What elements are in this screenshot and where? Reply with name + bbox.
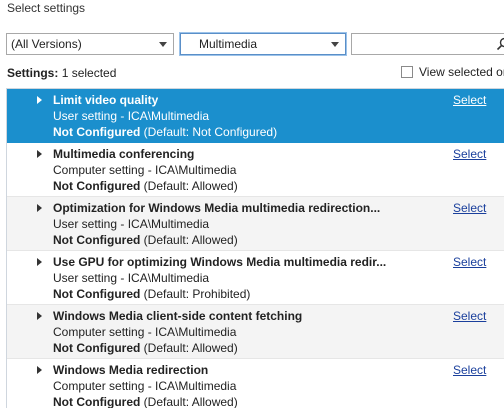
- category-dropdown-value: Multimedia: [199, 37, 258, 51]
- expand-arrow-icon[interactable]: [37, 312, 42, 320]
- select-link[interactable]: Select: [453, 147, 486, 161]
- select-link[interactable]: Select: [453, 309, 486, 323]
- setting-type: User setting - ICA\Multimedia: [53, 109, 210, 123]
- expand-arrow-icon[interactable]: [37, 204, 42, 212]
- select-link[interactable]: Select: [453, 201, 486, 215]
- setting-state: Not Configured: [53, 287, 141, 301]
- setting-title: Limit video quality: [53, 93, 159, 107]
- setting-item[interactable]: Use GPU for optimizing Windows Media mul…: [7, 251, 504, 305]
- selected-count: 1 selected: [61, 66, 117, 80]
- setting-title: Optimization for Windows Media multimedi…: [53, 201, 381, 215]
- setting-default: (Default: Not Configured): [143, 125, 278, 139]
- view-selected-label: View selected on: [419, 65, 504, 79]
- setting-type: Computer setting - ICA\Multimedia: [53, 379, 237, 393]
- setting-default: (Default: Prohibited): [143, 287, 251, 301]
- dialog-title: Select settings: [7, 1, 86, 15]
- setting-status: Not Configured (Default: Not Configured): [53, 125, 277, 139]
- setting-default: (Default: Allowed): [143, 233, 238, 247]
- setting-item[interactable]: Windows Media redirection Computer setti…: [7, 359, 504, 408]
- setting-item[interactable]: Windows Media client-side content fetchi…: [7, 305, 504, 359]
- setting-title: Use GPU for optimizing Windows Media mul…: [53, 255, 387, 269]
- setting-title: Windows Media redirection: [53, 363, 209, 377]
- settings-label: Settings:: [7, 66, 59, 80]
- setting-title: Windows Media client-side content fetchi…: [53, 309, 303, 323]
- setting-type: Computer setting - ICA\Multimedia: [53, 325, 237, 339]
- setting-type: User setting - ICA\Multimedia: [53, 217, 210, 231]
- setting-state: Not Configured: [53, 395, 141, 408]
- setting-state: Not Configured: [53, 341, 141, 355]
- setting-status: Not Configured (Default: Allowed): [53, 179, 238, 193]
- setting-item[interactable]: Multimedia conferencing Computer setting…: [7, 143, 504, 197]
- setting-default: (Default: Allowed): [143, 395, 238, 408]
- setting-item[interactable]: Optimization for Windows Media multimedi…: [7, 197, 504, 251]
- setting-type: Computer setting - ICA\Multimedia: [53, 163, 237, 177]
- chevron-down-icon: [331, 41, 339, 47]
- setting-default: (Default: Allowed): [143, 341, 238, 355]
- settings-summary: Settings: 1 selected: [7, 66, 116, 80]
- select-link[interactable]: Select: [453, 93, 486, 107]
- versions-dropdown[interactable]: (All Versions): [6, 33, 174, 55]
- setting-title: Multimedia conferencing: [53, 147, 195, 161]
- search-input[interactable]: [355, 35, 495, 55]
- category-dropdown[interactable]: Multimedia: [180, 33, 346, 55]
- select-link[interactable]: Select: [453, 255, 486, 269]
- setting-status: Not Configured (Default: Allowed): [53, 395, 238, 408]
- search-icon[interactable]: [496, 37, 504, 51]
- expand-arrow-icon[interactable]: [37, 366, 42, 374]
- versions-dropdown-value: (All Versions): [11, 37, 82, 51]
- setting-state: Not Configured: [53, 233, 141, 247]
- setting-status: Not Configured (Default: Allowed): [53, 341, 238, 355]
- select-link[interactable]: Select: [453, 363, 486, 377]
- setting-state: Not Configured: [53, 125, 141, 139]
- settings-list: Limit video quality User setting - ICA\M…: [6, 88, 504, 408]
- view-selected-checkbox[interactable]: [401, 66, 413, 78]
- expand-arrow-icon[interactable]: [37, 258, 42, 266]
- expand-arrow-icon[interactable]: [37, 96, 42, 104]
- setting-default: (Default: Allowed): [143, 179, 238, 193]
- view-selected-toggle[interactable]: View selected on: [401, 65, 504, 79]
- chevron-down-icon: [159, 41, 167, 47]
- setting-state: Not Configured: [53, 179, 141, 193]
- setting-type: User setting - ICA\Multimedia: [53, 271, 210, 285]
- setting-item[interactable]: Limit video quality User setting - ICA\M…: [7, 89, 504, 143]
- search-box: [351, 33, 504, 55]
- setting-status: Not Configured (Default: Prohibited): [53, 287, 250, 301]
- expand-arrow-icon[interactable]: [37, 150, 42, 158]
- setting-status: Not Configured (Default: Allowed): [53, 233, 238, 247]
